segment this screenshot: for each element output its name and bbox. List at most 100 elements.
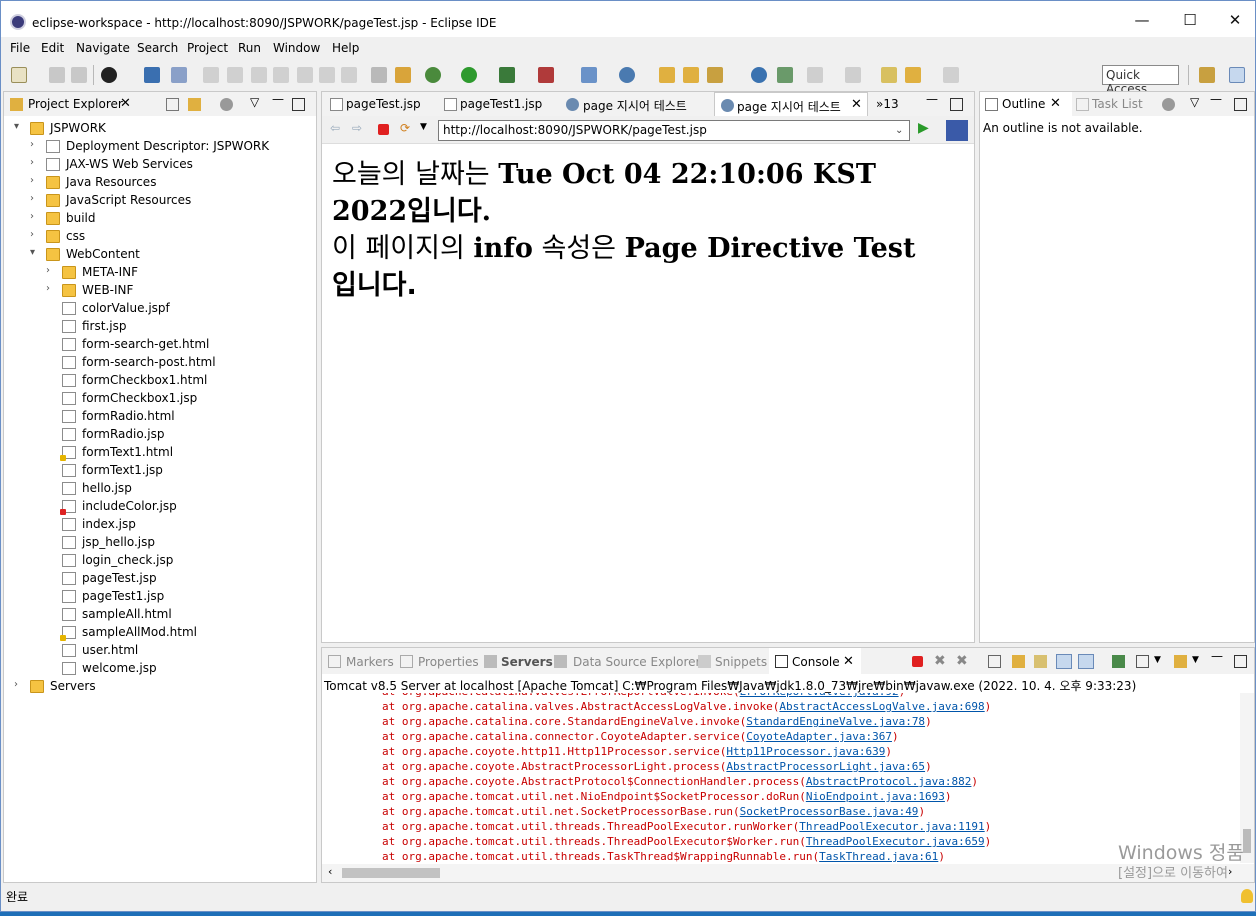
chevron-right-icon[interactable]: ›: [30, 157, 42, 168]
source-link[interactable]: Http11Processor.java:639: [726, 745, 885, 758]
refresh-icon[interactable]: ⟳: [400, 121, 410, 135]
display-console-icon[interactable]: [1136, 655, 1149, 668]
eclipse-browser-icon[interactable]: [946, 120, 968, 141]
profile-icon[interactable]: [101, 67, 117, 83]
tree-item[interactable]: form-search-get.html: [46, 336, 304, 354]
tree-item[interactable]: formRadio.html: [46, 408, 304, 426]
source-link[interactable]: SocketProcessorBase.java:49: [740, 805, 919, 818]
menu-file[interactable]: File: [10, 41, 30, 55]
clear-console-icon[interactable]: [988, 655, 1001, 668]
maximize-view-icon[interactable]: [950, 98, 963, 111]
scrollbar-thumb[interactable]: [1243, 829, 1251, 853]
globe-icon[interactable]: [751, 67, 767, 83]
terminate-console-icon[interactable]: [912, 656, 923, 667]
collapse-all-icon[interactable]: [166, 98, 179, 111]
chevron-right-icon[interactable]: ›: [14, 679, 26, 690]
new-server-icon[interactable]: [581, 67, 597, 83]
tree-item[interactable]: colorValue.jspf: [46, 300, 304, 318]
tab-markers[interactable]: Markers: [346, 655, 394, 669]
chevron-right-icon[interactable]: ›: [46, 283, 58, 294]
chevron-right-icon[interactable]: ›: [30, 193, 42, 204]
project-explorer-tab[interactable]: Project Explorer: [28, 97, 123, 111]
tab-pagetest[interactable]: pageTest.jsp: [346, 97, 421, 111]
run-server-icon[interactable]: [499, 67, 515, 83]
url-dropdown-icon[interactable]: ⌄: [895, 125, 903, 136]
java-ee-perspective-icon[interactable]: [1229, 67, 1245, 83]
step-into-icon[interactable]: [297, 67, 313, 83]
debug-icon[interactable]: [425, 67, 441, 83]
close-tab-icon[interactable]: ✕: [843, 654, 854, 669]
save-all-icon[interactable]: [71, 67, 87, 83]
back-arrow-icon[interactable]: ⇦: [330, 121, 340, 135]
console-active-tab[interactable]: Console ✕: [769, 648, 861, 675]
chevron-right-icon[interactable]: ›: [30, 175, 42, 186]
show-on-stdout-icon[interactable]: [1056, 654, 1072, 669]
disconnect-icon[interactable]: [273, 67, 289, 83]
tree-item[interactable]: user.html: [46, 642, 304, 660]
source-link[interactable]: ThreadPoolExecutor.java:659: [806, 835, 985, 848]
tree-item[interactable]: sampleAllMod.html: [46, 624, 304, 642]
tree-item[interactable]: welcome.jsp: [46, 660, 304, 678]
tree-item[interactable]: › build: [30, 210, 304, 228]
link-editor-icon[interactable]: [188, 98, 201, 111]
source-link[interactable]: CoyoteAdapter.java:367: [746, 730, 892, 743]
tab-servers[interactable]: Servers: [501, 655, 553, 669]
scroll-right-icon[interactable]: ›: [1228, 865, 1232, 878]
chevron-down-icon[interactable]: ▼: [1192, 655, 1199, 665]
url-input[interactable]: http://localhost:8090/JSPWORK/pageTest.j…: [438, 120, 910, 141]
word-wrap-icon[interactable]: [1034, 655, 1047, 668]
prev-annotation-icon[interactable]: [845, 67, 861, 83]
lightbulb-icon[interactable]: [1241, 889, 1253, 903]
chevron-right-icon[interactable]: ›: [46, 265, 58, 276]
console-horizontal-scrollbar[interactable]: ‹ ›: [322, 864, 1254, 882]
tree-item[interactable]: hello.jsp: [46, 480, 304, 498]
new-console-icon[interactable]: [1174, 655, 1187, 668]
outline-tab[interactable]: Outline: [1002, 97, 1045, 111]
terminal-icon[interactable]: [144, 67, 160, 83]
open-perspective-icon[interactable]: [1199, 67, 1215, 83]
task-list-tab[interactable]: Task List: [1092, 97, 1143, 111]
skip-breakpoints-icon[interactable]: [171, 67, 187, 83]
tree-item[interactable]: formCheckbox1.jsp: [46, 390, 304, 408]
tab-properties[interactable]: Properties: [418, 655, 479, 669]
view-menu-icon[interactable]: [220, 98, 233, 111]
view-menu-icon[interactable]: [1162, 98, 1175, 111]
tree-item[interactable]: › META-INF: [46, 264, 304, 282]
tree-item[interactable]: index.jsp: [46, 516, 304, 534]
chevron-down-icon[interactable]: ▽: [1190, 95, 1199, 109]
forward-arrow-icon[interactable]: ⇨: [352, 121, 362, 135]
stop-icon[interactable]: [378, 124, 389, 135]
use-step-filters-icon[interactable]: [371, 67, 387, 83]
chevron-down-icon[interactable]: ▼: [420, 122, 427, 132]
tab-browser-1[interactable]: page 지시어 테스트: [583, 97, 687, 114]
next-annotation-icon[interactable]: [807, 67, 823, 83]
pin-console-icon[interactable]: [1112, 655, 1125, 668]
tab-console[interactable]: Console: [792, 655, 840, 669]
tree-item[interactable]: formText1.html: [46, 444, 304, 462]
tree-item[interactable]: ▾ JSPWORK: [14, 120, 304, 138]
close-tab-icon[interactable]: ✕: [1050, 96, 1061, 111]
terminate-icon[interactable]: [251, 67, 267, 83]
menu-search[interactable]: Search: [137, 41, 178, 55]
source-link[interactable]: NioEndpoint.java:1693: [806, 790, 945, 803]
open-type-icon[interactable]: [659, 67, 675, 83]
run-icon[interactable]: [461, 67, 477, 83]
tree-item[interactable]: formText1.jsp: [46, 462, 304, 480]
chevron-down-icon[interactable]: ▾: [14, 121, 26, 132]
back-icon[interactable]: [905, 67, 921, 83]
tree-item[interactable]: pageTest1.jsp: [46, 588, 304, 606]
tree-item[interactable]: pageTest.jsp: [46, 570, 304, 588]
open-resource-icon[interactable]: [683, 67, 699, 83]
tree-item[interactable]: formRadio.jsp: [46, 426, 304, 444]
remove-all-icon[interactable]: ✖: [956, 653, 968, 669]
chevron-right-icon[interactable]: ›: [30, 229, 42, 240]
tree-item[interactable]: › JavaScript Resources: [30, 192, 304, 210]
close-tab-icon[interactable]: ✕: [120, 96, 131, 111]
source-link[interactable]: ErrorReportValve.java:92: [740, 693, 899, 698]
remove-launch-icon[interactable]: ✖: [934, 653, 946, 669]
maximize-view-icon[interactable]: [1234, 655, 1247, 668]
step-return-icon[interactable]: [341, 67, 357, 83]
maximize-view-icon[interactable]: [292, 98, 305, 111]
menu-edit[interactable]: Edit: [41, 41, 64, 55]
tree-item[interactable]: › Java Resources: [30, 174, 304, 192]
